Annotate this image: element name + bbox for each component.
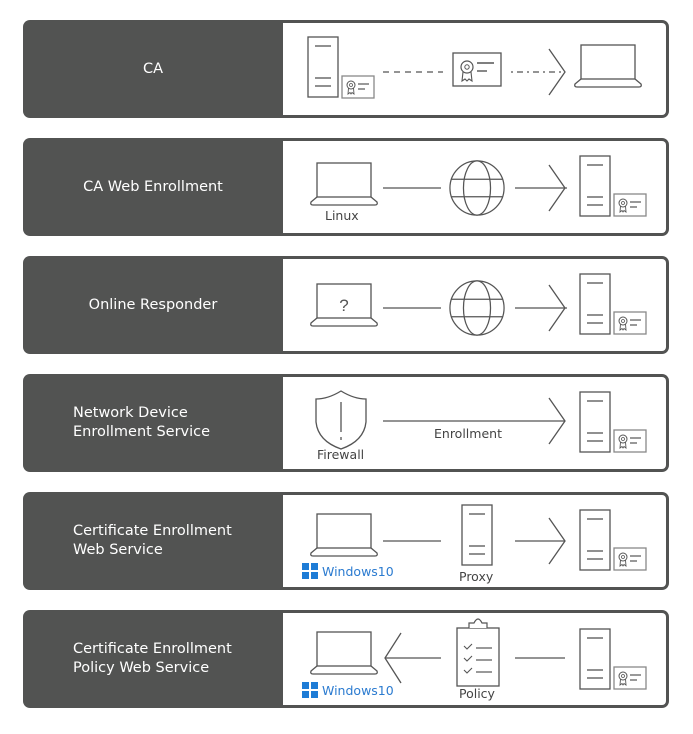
server-icon — [579, 628, 611, 690]
server-icon — [579, 391, 611, 453]
label-line: Network Device — [73, 405, 188, 421]
windows-logo-icon — [302, 563, 318, 579]
row-certificate-enrollment-policy-web-service: Certificate Enrollment Policy Web Servic… — [23, 610, 669, 708]
server-icon — [579, 273, 611, 335]
client-caption: Linux — [325, 208, 359, 223]
row-label: Certificate Enrollment Web Service — [23, 492, 283, 590]
certificate-icon — [613, 429, 647, 453]
proxy-server-icon — [461, 504, 493, 566]
laptop-icon — [310, 162, 378, 206]
certificate-icon — [613, 666, 647, 690]
diagram-panel: Firewall Enrollment — [283, 377, 666, 469]
shield-icon — [315, 390, 367, 450]
label-line: Policy Web Service — [73, 660, 210, 676]
certificate-icon — [613, 311, 647, 335]
enrollment-caption: Enrollment — [434, 426, 502, 441]
label-line: Certificate Enrollment — [73, 641, 232, 657]
certificate-icon — [613, 193, 647, 217]
question-mark-icon: ? — [339, 296, 348, 315]
row-ca-web-enrollment: CA Web Enrollment Linux — [23, 138, 669, 236]
laptop-icon — [574, 44, 642, 88]
proxy-caption: Proxy — [459, 569, 494, 584]
row-ca: CA — [23, 20, 669, 118]
diagram-panel: Windows10 Proxy — [283, 495, 666, 587]
label-line: Online Responder — [88, 296, 218, 313]
policy-caption: Policy — [459, 686, 495, 701]
row-network-device-enrollment-service: Network Device Enrollment Service Firewa… — [23, 374, 669, 472]
certificate-icon — [341, 75, 375, 99]
label-line: Certificate Enrollment — [73, 523, 232, 539]
label-line: Web Service — [73, 542, 163, 558]
certificate-icon — [452, 52, 502, 87]
globe-icon — [449, 160, 505, 216]
row-label: Online Responder — [23, 256, 283, 354]
row-label: Network Device Enrollment Service — [23, 374, 283, 472]
certificate-icon — [613, 547, 647, 571]
windows10-badge: Windows10 — [302, 563, 394, 579]
laptop-icon — [310, 631, 378, 675]
arrow-left-icon — [384, 632, 441, 684]
laptop-icon — [310, 513, 378, 557]
policy-clipboard-icon — [456, 618, 500, 687]
firewall-caption: Firewall — [317, 447, 365, 462]
row-label: Certificate Enrollment Policy Web Servic… — [23, 610, 283, 708]
client-caption: Windows10 — [322, 563, 394, 579]
row-online-responder: Online Responder ? — [23, 256, 669, 354]
diagram-panel — [283, 23, 666, 115]
diagram-panel: Windows10 Policy — [283, 613, 666, 705]
row-certificate-enrollment-web-service: Certificate Enrollment Web Service Windo… — [23, 492, 669, 590]
label-line: Enrollment Service — [73, 424, 211, 440]
server-icon — [579, 509, 611, 571]
server-icon — [307, 36, 339, 98]
label-line: CA Web Enrollment — [83, 178, 223, 195]
windows10-badge: Windows10 — [302, 682, 394, 698]
diagram-panel: ? — [283, 259, 666, 351]
server-icon — [579, 155, 611, 217]
windows-logo-icon — [302, 682, 318, 698]
label-line: CA — [142, 60, 164, 77]
row-label: CA — [23, 20, 283, 118]
diagram-panel: Linux — [283, 141, 666, 233]
client-caption: Windows10 — [322, 682, 394, 698]
globe-icon — [449, 280, 505, 336]
row-label: CA Web Enrollment — [23, 138, 283, 236]
